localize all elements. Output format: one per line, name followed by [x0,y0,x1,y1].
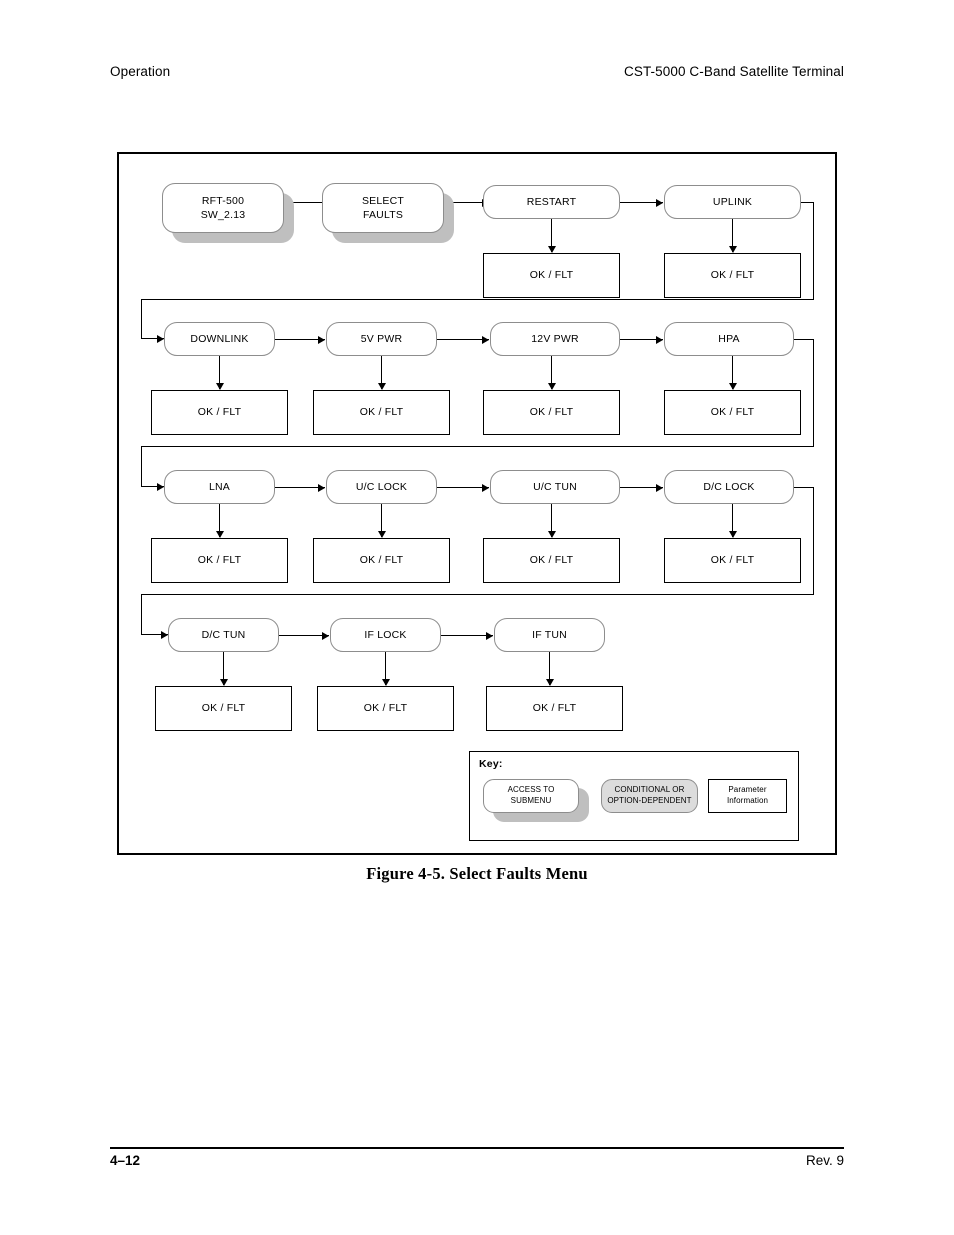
header-left-text: Operation [110,64,171,79]
wrap1-return-horizontal [141,299,814,300]
arrowhead-5v-status [377,383,386,390]
wrap2-return-horizontal [141,446,814,447]
arrowhead-to-uplink [656,198,663,207]
wrap1-drop [141,299,142,339]
wrap3-drop [141,594,142,635]
node-dc-lock[interactable]: D/C LOCK [664,470,794,504]
status-box-restart: OK / FLT [483,253,620,298]
arrowhead-lna-status [215,531,224,538]
arrowhead-restart-status [547,246,556,253]
arrowhead-dc-tun-status [219,679,228,686]
arrowhead-to-downlink [157,334,164,343]
arrowhead-to-uc-tun [482,483,489,492]
page-number: 4–12 [110,1153,141,1168]
status-box-dc-lock: OK / FLT [664,538,801,583]
status-box-dc-tun: OK / FLT [155,686,292,731]
key-title: Key: [479,758,503,770]
page-footer: 4–12 Rev. 9 [110,1153,844,1168]
status-box-lna: OK / FLT [151,538,288,583]
node-uc-lock[interactable]: U/C LOCK [326,470,437,504]
key-item-parameter-information: Parameter Information [708,779,787,813]
arrowhead-hpa-status [728,383,737,390]
wrap2-down [813,339,814,447]
arrowhead-to-if-tun [486,631,493,640]
header-right-text: CST-5000 C-Band Satellite Terminal [623,64,844,79]
status-box-if-lock: OK / FLT [317,686,454,731]
node-rft-500[interactable]: RFT-500 SW_2.13 [162,183,284,233]
arrowhead-12v-status [547,383,556,390]
wrap2-drop [141,446,142,487]
arrowhead-to-if-lock [322,631,329,640]
arrowhead-to-uc-lock [318,483,325,492]
wrap3-return-horizontal [141,594,814,595]
status-box-if-tun: OK / FLT [486,686,623,731]
wrap3-down [813,487,814,595]
node-select-faults[interactable]: SELECT FAULTS [322,183,444,233]
node-if-lock[interactable]: IF LOCK [330,618,441,652]
node-lna[interactable]: LNA [164,470,275,504]
flowchart-canvas: RFT-500 SW_2.13 SELECT FAULTS RESTART OK… [119,154,835,853]
status-box-5v-pwr: OK / FLT [313,390,450,435]
node-if-tun[interactable]: IF TUN [494,618,605,652]
key-item-access-to-submenu: ACCESS TO SUBMENU [483,779,579,813]
node-hpa[interactable]: HPA [664,322,794,356]
figure-caption: Figure 4-5. Select Faults Menu [366,864,588,883]
status-box-hpa: OK / FLT [664,390,801,435]
arrowhead-to-5v-pwr [318,335,325,344]
status-box-uc-tun: OK / FLT [483,538,620,583]
arrowhead-to-dc-lock [656,483,663,492]
arrowhead-uc-tun-status [547,531,556,538]
key-legend: Key: ACCESS TO SUBMENU CONDITIONAL OR OP… [469,751,799,841]
arrowhead-if-lock-status [381,679,390,686]
node-uplink[interactable]: UPLINK [664,185,801,219]
arrowhead-uplink-status [728,246,737,253]
arrowhead-to-hpa [656,335,663,344]
node-12v-pwr[interactable]: 12V PWR [490,322,620,356]
arrowhead-to-dc-tun [161,630,168,639]
wrap1-down [813,202,814,300]
page-header: Operation CST-5000 C-Band Satellite Term… [110,64,844,79]
node-downlink[interactable]: DOWNLINK [164,322,275,356]
node-uc-tun[interactable]: U/C TUN [490,470,620,504]
status-box-12v-pwr: OK / FLT [483,390,620,435]
wrap2-out-horizontal [794,339,814,340]
arrowhead-to-12v-pwr [482,335,489,344]
arrowhead-downlink-status [215,383,224,390]
arrowhead-uc-lock-status [377,531,386,538]
arrowhead-to-lna [157,482,164,491]
status-box-downlink: OK / FLT [151,390,288,435]
wrap3-out-horizontal [794,487,814,488]
status-box-uplink: OK / FLT [664,253,801,298]
arrowhead-if-tun-status [545,679,554,686]
node-5v-pwr[interactable]: 5V PWR [326,322,437,356]
revision-label: Rev. 9 [805,1153,844,1168]
footer-divider [110,1147,844,1149]
figure-border: RFT-500 SW_2.13 SELECT FAULTS RESTART OK… [117,152,837,855]
key-item-conditional-option-dependent: CONDITIONAL OR OPTION-DEPENDENT [601,779,698,813]
node-dc-tun[interactable]: D/C TUN [168,618,279,652]
node-restart[interactable]: RESTART [483,185,620,219]
arrowhead-dc-lock-status [728,531,737,538]
status-box-uc-lock: OK / FLT [313,538,450,583]
